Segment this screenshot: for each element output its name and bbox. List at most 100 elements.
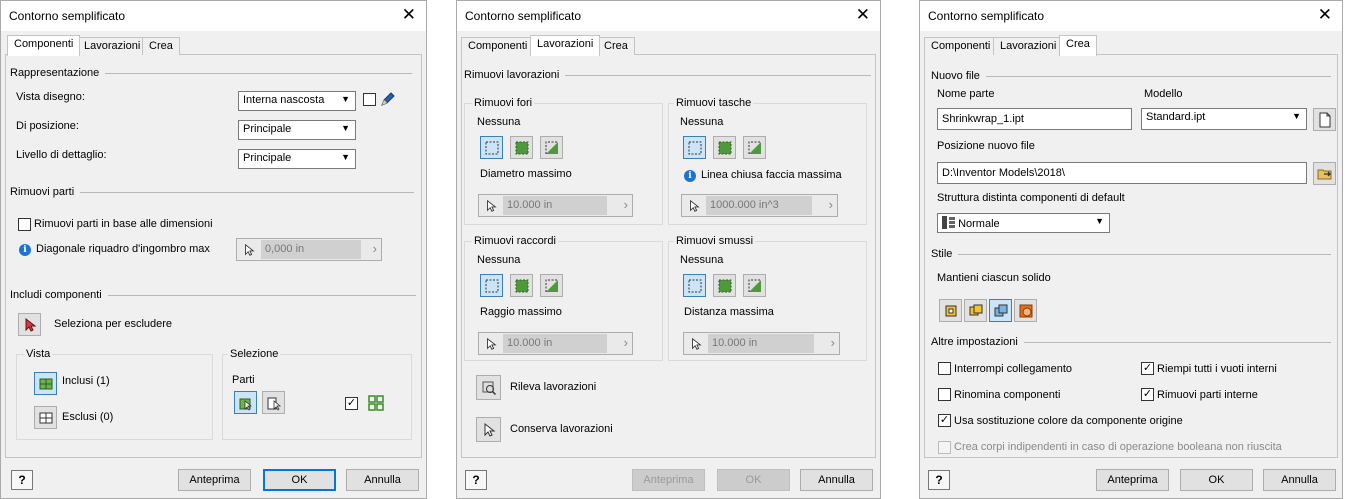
raccordi-spinner[interactable]: 10.000 in ›: [478, 332, 633, 355]
diagonale-label: Diagonale riquadro d'ingombro max: [36, 243, 210, 255]
none-icon: [687, 278, 703, 294]
tab-componenti[interactable]: Componenti: [461, 37, 535, 55]
rimuovi-raccordi-label: Rimuovi raccordi: [472, 235, 558, 247]
tab-componenti[interactable]: Componenti: [924, 37, 998, 55]
anteprima-button[interactable]: Anteprima: [1096, 469, 1169, 491]
tab-crea[interactable]: Crea: [597, 37, 635, 55]
tab-crea[interactable]: Crea: [1059, 35, 1097, 56]
new-template-button[interactable]: [1313, 108, 1336, 131]
cursor-icon: [684, 333, 708, 354]
surface-icon: [1019, 304, 1032, 317]
rimuovi-dimensioni-checkbox[interactable]: [18, 218, 31, 231]
browse-button[interactable]: [1313, 162, 1336, 185]
fori-intervallo-button[interactable]: [540, 136, 563, 159]
conserva-button[interactable]: [476, 417, 501, 442]
crea-corpi-checkbox[interactable]: [938, 441, 951, 454]
help-button[interactable]: ?: [11, 470, 33, 490]
annulla-button[interactable]: Annulla: [800, 469, 873, 491]
usa-colore-checkbox[interactable]: ✓: [938, 414, 951, 427]
tab-panel: Nuovo file Nome parte Shrinkwrap_1.ipt M…: [924, 55, 1338, 458]
smussi-tutti-button[interactable]: [713, 274, 736, 297]
diagonale-spinner[interactable]: 0,000 in ›: [236, 238, 382, 261]
parti-select-button[interactable]: [234, 391, 257, 414]
esclusi-label: Esclusi (0): [62, 411, 114, 423]
parti-checkbox[interactable]: ✓: [345, 397, 358, 410]
pencil-icon[interactable]: [380, 91, 396, 110]
button-bar: ? Anteprima OK Annulla: [1, 461, 426, 498]
style-surface-button[interactable]: [1014, 299, 1037, 322]
rinomina-checkbox[interactable]: [938, 388, 951, 401]
modello-select[interactable]: Standard.ipt ▼: [1141, 108, 1307, 130]
raccordi-tutti-button[interactable]: [510, 274, 533, 297]
fori-spinner[interactable]: 10.000 in ›: [478, 194, 633, 217]
none-icon: [484, 278, 500, 294]
tasche-tutti-button[interactable]: [713, 136, 736, 159]
di-posizione-label: Di posizione:: [16, 120, 79, 132]
rileva-label: Rileva lavorazioni: [510, 381, 597, 393]
none-icon: [484, 140, 500, 156]
parti-filter-button[interactable]: [262, 391, 285, 414]
grid-icon[interactable]: [368, 395, 384, 414]
vista-disegno-select[interactable]: Interna nascosta ▼: [238, 91, 356, 111]
di-posizione-select[interactable]: Principale ▼: [238, 120, 356, 140]
tab-lavorazioni[interactable]: Lavorazioni: [993, 37, 1064, 55]
inclusi-button[interactable]: [34, 372, 57, 395]
seleziona-escludere-button[interactable]: [18, 313, 41, 336]
riempi-checkbox[interactable]: ✓: [1141, 362, 1154, 375]
tab-lavorazioni[interactable]: Lavorazioni: [77, 37, 148, 55]
raccordi-intervallo-button[interactable]: [540, 274, 563, 297]
tab-panel: Rimuovi lavorazioni Rimuovi fori Nessuna…: [461, 55, 876, 458]
livello-dettaglio-select[interactable]: Principale ▼: [238, 149, 356, 169]
help-button[interactable]: ?: [928, 470, 950, 490]
smussi-nessuna-button[interactable]: [683, 274, 706, 297]
style-maintain-solids-button[interactable]: [989, 299, 1012, 322]
livello-dettaglio-label: Livello di dettaglio:: [16, 149, 107, 161]
tasche-spinner[interactable]: 1000.000 in^3 ›: [681, 194, 838, 217]
close-icon[interactable]: ✕: [856, 5, 870, 25]
tab-panel: Rappresentazione Vista disegno: Interna …: [5, 55, 422, 458]
ok-button[interactable]: OK: [263, 469, 336, 491]
riempi-label: Riempi tutti i vuoti interni: [1157, 363, 1277, 375]
tab-crea[interactable]: Crea: [142, 37, 180, 55]
anteprima-button[interactable]: Anteprima: [632, 469, 705, 491]
dialog-componenti: Contorno semplificato ✕ Componenti Lavor…: [0, 0, 427, 499]
ok-button[interactable]: OK: [1180, 469, 1253, 491]
style-single-solid-button[interactable]: [939, 299, 962, 322]
raccordi-nessuna-button[interactable]: [480, 274, 503, 297]
rimuovi-interne-checkbox[interactable]: ✓: [1141, 388, 1154, 401]
tab-componenti[interactable]: Componenti: [7, 35, 81, 56]
smussi-intervallo-button[interactable]: [743, 274, 766, 297]
tasche-nessuna-button[interactable]: [683, 136, 706, 159]
nome-parte-input[interactable]: Shrinkwrap_1.ipt: [937, 108, 1132, 130]
none-icon: [687, 140, 703, 156]
chevron-down-icon: ▼: [341, 123, 350, 133]
help-button[interactable]: ?: [465, 470, 487, 490]
raccordi-value: 10.000 in: [503, 334, 607, 353]
smussi-spinner[interactable]: 10.000 in ›: [683, 332, 840, 355]
fori-nessuna-button[interactable]: [480, 136, 503, 159]
interrompi-checkbox[interactable]: [938, 362, 951, 375]
esclusi-button[interactable]: [34, 406, 57, 429]
annulla-button[interactable]: Annulla: [1263, 469, 1336, 491]
chevron-right-icon: ›: [623, 335, 628, 350]
close-icon[interactable]: ✕: [402, 5, 416, 25]
ok-button[interactable]: OK: [717, 469, 790, 491]
cursor-icon: [481, 422, 497, 438]
annulla-button[interactable]: Annulla: [346, 469, 419, 491]
posizione-input[interactable]: D:\Inventor Models\2018\: [937, 162, 1307, 184]
struttura-select[interactable]: Normale ▼: [937, 213, 1110, 233]
vista-disegno-checkbox[interactable]: [363, 93, 376, 106]
tasche-intervallo-button[interactable]: [743, 136, 766, 159]
fori-tutti-button[interactable]: [510, 136, 533, 159]
style-remove-seams-button[interactable]: [964, 299, 987, 322]
vista-group-label: Vista: [24, 348, 53, 360]
close-icon[interactable]: ✕: [1318, 5, 1332, 25]
document-icon: [1319, 112, 1330, 127]
all-icon: [514, 140, 530, 156]
title-bar: Contorno semplificato ✕: [1, 1, 426, 31]
nome-parte-label: Nome parte: [937, 88, 995, 100]
anteprima-button[interactable]: Anteprima: [178, 469, 251, 491]
tab-lavorazioni[interactable]: Lavorazioni: [530, 35, 601, 56]
seleziona-escludere-label: Seleziona per escludere: [54, 318, 173, 330]
rileva-button[interactable]: [476, 375, 501, 400]
